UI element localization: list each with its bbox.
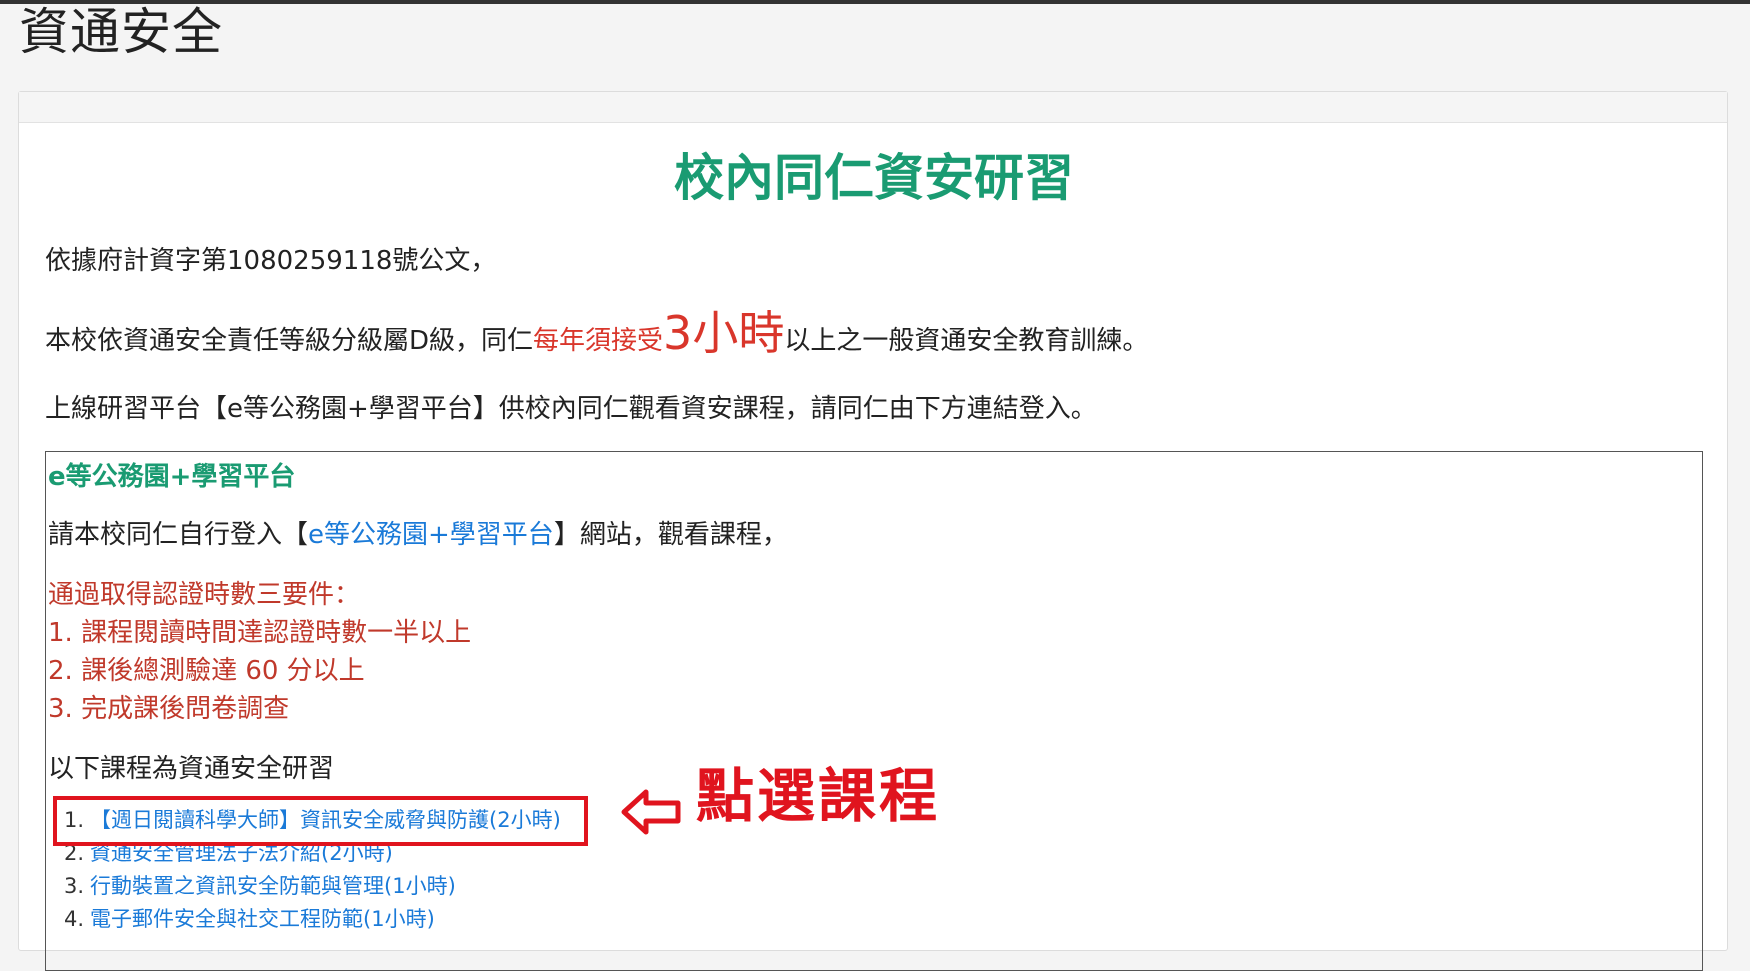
requirement-text-red: 每年須接受	[533, 326, 664, 356]
requirement-item: 3. 完成課後問卷調查	[48, 694, 290, 724]
course-link[interactable]: 電子郵件安全與社交工程防範(1小時)	[90, 907, 435, 931]
courses-intro: 以下課程為資通安全研習	[48, 754, 335, 784]
arrow-left-outline-icon	[621, 789, 681, 835]
requirement-hours: 3小時	[663, 306, 785, 360]
course-link[interactable]: 行動裝置之資訊安全防範與管理(1小時)	[90, 874, 456, 898]
requirement-item: 2. 課後總測驗達 60 分以上	[48, 656, 365, 686]
top-border	[0, 0, 1750, 4]
requirement-text-pre: 本校依資通安全責任等級分級屬D級，同仁	[45, 326, 534, 356]
page-title: 資通安全	[19, 3, 223, 61]
platform-link[interactable]: e等公務園+學習平台	[308, 520, 554, 550]
requirements-title: 通過取得認證時數三要件：	[48, 580, 361, 610]
course-highlight-box	[53, 796, 588, 846]
annotation-label: 點選課程	[696, 762, 941, 830]
course-item: 3. 行動裝置之資訊安全防範與管理(1小時)	[64, 870, 561, 903]
intro-paragraph: 依據府計資字第1080259118號公文，	[45, 246, 497, 276]
platform-box-title: e等公務園+學習平台	[48, 462, 296, 492]
login-instruction: 請本校同仁自行登入【e等公務園+學習平台】網站，觀看課程，	[48, 518, 788, 552]
course-item: 4. 電子郵件安全與社交工程防範(1小時)	[64, 903, 561, 936]
login-text-pre: 請本校同仁自行登入【	[48, 520, 309, 550]
platform-paragraph: 上線研習平台【e等公務園+學習平台】供校內同仁觀看資安課程，請同仁由下方連結登入…	[45, 394, 1097, 424]
course-number: 4.	[64, 907, 85, 931]
course-number: 3.	[64, 874, 85, 898]
login-text-post: 】網站，觀看課程，	[553, 520, 788, 550]
platform-box: e等公務園+學習平台 請本校同仁自行登入【e等公務園+學習平台】網站，觀看課程，…	[45, 451, 1703, 971]
requirement-item: 1. 課程閱讀時間達認證時數一半以上	[48, 618, 472, 648]
requirement-text-post: 以上之一般資通安全教育訓練。	[784, 326, 1149, 356]
main-heading: 校內同仁資安研習	[674, 149, 1074, 207]
requirement-paragraph: 本校依資通安全責任等級分級屬D級，同仁每年須接受3小時以上之一般資通安全教育訓練…	[45, 305, 1148, 369]
